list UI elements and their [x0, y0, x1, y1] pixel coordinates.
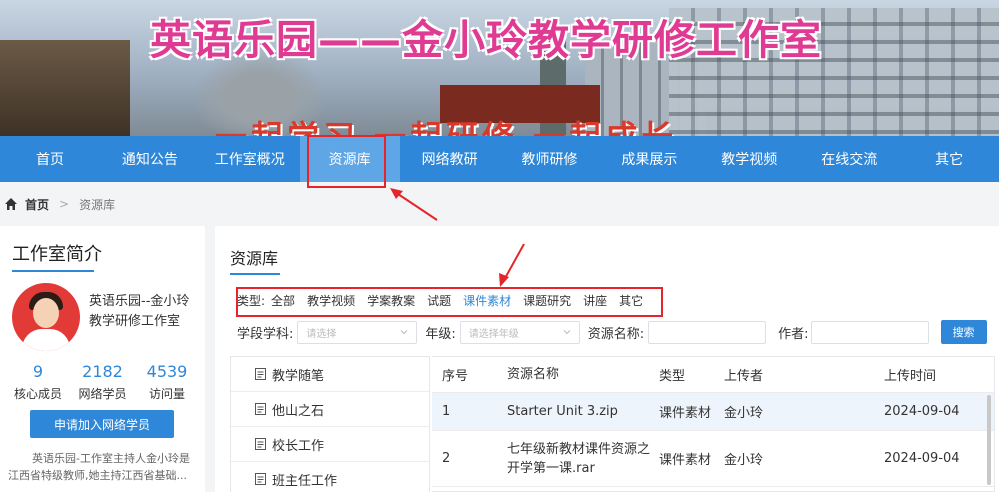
stat-label: 网络学员	[78, 387, 127, 401]
grade-placeholder: 请选择年级	[468, 328, 519, 340]
resource-table: 序号 资源名称 类型 上传者 上传时间 1 Starter Unit 3.zip…	[432, 356, 995, 492]
cell-type: 课件素材	[659, 453, 712, 468]
category-label: 他山之石	[272, 403, 325, 419]
search-filter: 学段学科: 请选择 年级: 请选择年级 资源名称: 作者: 搜索	[237, 320, 987, 344]
main-nav: 首页 通知公告 工作室概况 资源库 网络教研 教师研修 成果展示 教学视频 在线…	[0, 136, 999, 182]
category-label: 教学随笔	[272, 368, 325, 384]
header-date: 上传时间	[884, 369, 937, 384]
nav-item-videos[interactable]: 教学视频	[699, 136, 799, 182]
table-row[interactable]: 1 Starter Unit 3.zip 课件素材 金小玲 2024-09-04	[432, 393, 994, 431]
stat-label: 访问量	[148, 387, 185, 401]
studio-heading-underline	[12, 270, 94, 272]
stat-visits: 4539 访问量	[135, 362, 199, 402]
nav-item-overview[interactable]: 工作室概况	[200, 136, 300, 182]
header-banner: 英语乐园——金小玲教学研修工作室 一起学习 一起研修 一起成长	[0, 0, 999, 136]
studio-name: 英语乐园--金小玲教学研修工作室	[89, 294, 190, 329]
nav-item-notices[interactable]: 通知公告	[100, 136, 200, 182]
header-name: 资源名称	[507, 367, 560, 382]
header-no: 序号	[442, 369, 469, 384]
resource-name-label: 资源名称:	[587, 326, 645, 342]
cell-no: 1	[442, 404, 451, 419]
stat-value: 9	[32, 362, 44, 381]
document-icon	[255, 403, 266, 415]
header-uploader: 上传者	[724, 369, 764, 384]
document-icon	[255, 438, 266, 450]
breadcrumb-separator: >	[59, 197, 70, 211]
author-input[interactable]	[810, 320, 929, 344]
table-row[interactable]: 2 七年级新教材课件资源之开学第一课.rar 课件素材 金小玲 2024-09-…	[432, 431, 994, 487]
subject-placeholder: 请选择	[306, 328, 337, 340]
nav-item-teacher-training[interactable]: 教师研修	[500, 136, 600, 182]
cell-name[interactable]: 七年级新教材课件资源之开学第一课.rar	[497, 440, 659, 478]
studio-heading: 工作室简介	[12, 244, 102, 265]
home-icon	[5, 198, 17, 210]
category-item[interactable]: 班主任工作	[231, 462, 429, 492]
banner-title: 英语乐园——金小玲教学研修工作室	[150, 16, 822, 64]
chevron-down-icon	[563, 330, 571, 335]
category-label: 班主任工作	[272, 473, 338, 489]
resource-name-input[interactable]	[648, 320, 767, 344]
table-header: 序号 资源名称 类型 上传者 上传时间	[432, 357, 994, 393]
category-item[interactable]: 教学随笔	[231, 357, 429, 392]
category-item[interactable]: 他山之石	[231, 392, 429, 427]
cell-date: 2024-09-04	[884, 404, 960, 419]
nav-highlight-box	[307, 135, 386, 188]
subject-label: 学段学科:	[237, 326, 294, 342]
resource-heading-underline	[230, 273, 280, 275]
breadcrumb-current: 资源库	[79, 197, 116, 212]
header-type: 类型	[659, 369, 686, 384]
stat-value: 4539	[146, 362, 188, 381]
cell-no: 2	[442, 451, 451, 466]
search-button[interactable]: 搜索	[940, 320, 987, 344]
cell-type: 课件素材	[659, 406, 712, 421]
category-list: 教学随笔 他山之石 校长工作 班主任工作	[230, 356, 430, 492]
nav-item-online-research[interactable]: 网络教研	[400, 136, 500, 182]
chevron-down-icon	[401, 330, 408, 335]
studio-stats: 9 核心成员 2182 网络学员 4539 访问量	[6, 362, 199, 402]
nav-item-online-chat[interactable]: 在线交流	[799, 136, 899, 182]
subject-select[interactable]: 请选择	[297, 320, 418, 344]
stat-label: 核心成员	[13, 387, 62, 401]
nav-item-home[interactable]: 首页	[0, 136, 100, 182]
category-label: 校长工作	[272, 438, 325, 454]
grade-select[interactable]: 请选择年级	[459, 320, 580, 344]
avatar	[12, 283, 80, 351]
cell-name[interactable]: Starter Unit 3.zip	[497, 402, 659, 421]
studio-panel: 工作室简介 英语乐园--金小玲教学研修工作室 9 核心成员 2182 网络学员 …	[0, 226, 205, 492]
category-item[interactable]: 校长工作	[231, 427, 429, 462]
cell-date: 2024-09-04	[884, 451, 960, 466]
resource-panel: 资源库 类型: 全部 教学视频 学案教案 试题 课件素材 课题研究 讲座 其它 …	[215, 226, 999, 492]
join-button[interactable]: 申请加入网络学员	[30, 410, 174, 438]
cell-uploader: 金小玲	[724, 406, 764, 421]
annotation-arrow-types	[499, 243, 525, 287]
nav-item-achievements[interactable]: 成果展示	[599, 136, 699, 182]
studio-intro: 英语乐园-工作室主持人金小玲是江西省特级教师,她主持江西省基础...	[8, 452, 190, 482]
grade-label: 年级:	[425, 326, 456, 342]
annotation-arrow-nav	[390, 188, 438, 221]
document-icon	[255, 368, 266, 380]
resource-heading: 资源库	[230, 249, 279, 268]
cell-uploader: 金小玲	[724, 453, 764, 468]
banner-tree-area	[0, 40, 130, 136]
breadcrumb: 首页 > 资源库	[0, 182, 999, 226]
nav-item-other[interactable]: 其它	[899, 136, 999, 182]
author-label: 作者:	[778, 326, 809, 342]
stat-core-members: 9 核心成员	[6, 362, 70, 402]
banner-slogan: 一起学习 一起研修 一起成长	[215, 112, 677, 136]
types-highlight-box	[236, 287, 663, 317]
document-icon	[255, 473, 266, 485]
table-scrollbar[interactable]	[987, 395, 991, 485]
stat-value: 2182	[82, 362, 123, 381]
stat-online-students: 2182 网络学员	[71, 362, 135, 402]
breadcrumb-home[interactable]: 首页	[25, 196, 49, 213]
